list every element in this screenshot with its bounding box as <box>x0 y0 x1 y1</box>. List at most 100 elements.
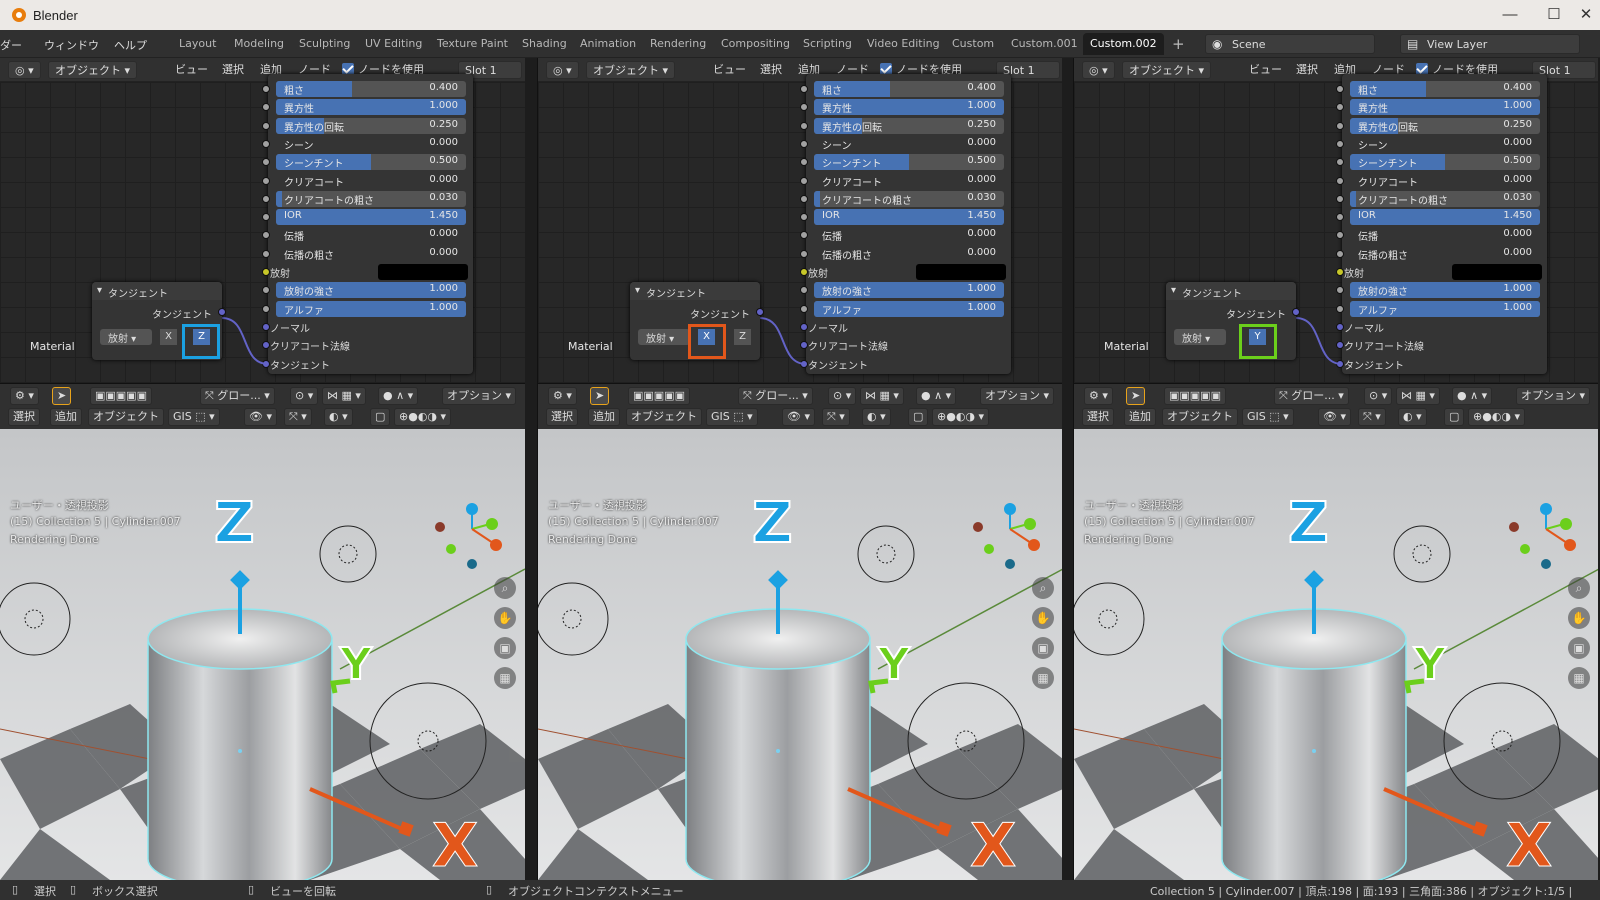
param-slider[interactable]: 異方性の回転 0.250 <box>814 117 1004 134</box>
camera-icon[interactable]: ▣ <box>1032 637 1054 659</box>
tangent-node[interactable]: ▾ タンジェント タンジェント 放射 ▾ X Z <box>630 282 764 360</box>
3d-viewport[interactable]: ユーザー・透視投影 (15) Collection 5 | Cylinder.00… <box>1074 429 1598 880</box>
snap-buttons[interactable]: ⋈ ▦ ▾ <box>860 387 904 405</box>
param-row[interactable]: アルファ 1.000 <box>1336 300 1540 317</box>
object-menu[interactable]: オブジェクト <box>88 408 164 426</box>
select-menu[interactable]: 選択 <box>222 61 244 79</box>
output-socket-icon[interactable] <box>218 308 226 316</box>
select-menu[interactable]: 選択 <box>546 408 578 426</box>
param-row[interactable]: シーン 0.000 <box>1336 136 1540 152</box>
visibility-dropdown[interactable]: 👁 ▾ <box>244 408 277 426</box>
tab-shading[interactable]: Shading <box>515 33 574 55</box>
select-menu[interactable]: 選択 <box>760 61 782 79</box>
axis-z-button[interactable]: Z <box>734 329 751 345</box>
transform-orientation-dropdown[interactable]: ⤧ グロー... ▾ <box>738 387 813 405</box>
param-row[interactable]: シーン 0.000 <box>262 136 466 152</box>
grid-view-icon[interactable]: ▦ <box>1032 667 1054 689</box>
shading-mode-buttons[interactable]: ⊕●◐◑ ▾ <box>1468 408 1526 426</box>
param-slider[interactable]: クリアコートの粗さ 0.030 <box>814 190 1004 207</box>
param-slider[interactable]: IOR 1.450 <box>1350 209 1540 226</box>
proportional-edit-buttons[interactable]: ● ∧ ▾ <box>916 387 957 405</box>
param-slider[interactable]: 異方性 1.000 <box>1350 99 1540 116</box>
zoom-icon[interactable]: ⌕ <box>494 577 516 599</box>
tab-sculpting[interactable]: Sculpting <box>292 33 357 55</box>
tab-rendering[interactable]: Rendering <box>643 33 713 55</box>
param-row[interactable]: IOR 1.450 <box>1336 209 1540 226</box>
add-menu[interactable]: 追加 <box>588 408 620 426</box>
node-canvas[interactable]: 粗さ 0.400 異方性 1.000 異方性の回転 0.250 シーン 0.000 シーンチント… <box>0 74 525 383</box>
tab-video-editing[interactable]: Video Editing <box>860 33 947 55</box>
emission-color-swatch[interactable] <box>916 264 1006 280</box>
shading-mode-buttons[interactable]: ⊕●◐◑ ▾ <box>394 408 452 426</box>
add-menu[interactable]: 追加 <box>1124 408 1156 426</box>
principled-bsdf-node[interactable]: 粗さ 0.400 異方性 1.000 異方性の回転 0.250 シーン 0.000 シーンチント… <box>262 74 473 374</box>
node-canvas[interactable]: 粗さ 0.400 異方性 1.000 異方性の回転 0.250 シーン 0.000 シーンチント… <box>1074 74 1598 383</box>
editor-type-button[interactable]: ◎ ▾ <box>546 61 579 79</box>
view-menu[interactable]: ビュー <box>1249 61 1282 79</box>
param-slider[interactable]: 伝播 0.000 <box>814 227 1004 243</box>
cylinder-object[interactable] <box>147 608 333 880</box>
select-tool-icon[interactable]: ➤ <box>590 387 610 405</box>
param-slider[interactable]: クリアコート 0.000 <box>814 173 1004 189</box>
param-row[interactable]: クリアコート 0.000 <box>262 173 466 189</box>
object-mode-dropdown[interactable]: オブジェクト ▾ <box>586 61 676 79</box>
param-row[interactable]: 粗さ 0.400 <box>262 81 466 97</box>
param-row[interactable]: 放射 <box>1336 264 1542 280</box>
tangent-node-header[interactable]: ▾ タンジェント <box>1166 282 1296 300</box>
minimize-button[interactable]: — <box>1490 4 1530 26</box>
param-slider[interactable]: 異方性の回転 0.250 <box>276 117 466 134</box>
param-row[interactable]: 伝播の粗さ 0.000 <box>262 246 466 262</box>
param-row[interactable]: 放射 <box>262 264 468 280</box>
param-row[interactable]: 伝播の粗さ 0.000 <box>1336 246 1540 262</box>
tab-scripting[interactable]: Scripting <box>796 33 859 55</box>
tab-custom[interactable]: Custom <box>945 33 1001 55</box>
view-layer-selector[interactable]: ▤ View Layer <box>1400 34 1580 54</box>
tangent-node[interactable]: ▾ タンジェント タンジェント 放射 ▾ Y <box>1166 282 1300 360</box>
snap-buttons[interactable]: ⋈ ▦ ▾ <box>322 387 366 405</box>
tab-modeling[interactable]: Modeling <box>227 33 291 55</box>
direction-dropdown[interactable]: 放射 ▾ <box>100 329 152 345</box>
param-slider[interactable]: 粗さ 0.400 <box>814 81 1004 97</box>
shading-mode-buttons[interactable]: ⊕●◐◑ ▾ <box>932 408 990 426</box>
view-menu[interactable]: ビュー <box>175 61 208 79</box>
param-slider[interactable]: シーン 0.000 <box>276 136 466 152</box>
param-row[interactable]: IOR 1.450 <box>262 209 466 226</box>
scene-selector[interactable]: ◉ Scene <box>1205 34 1375 54</box>
object-menu[interactable]: オブジェクト <box>626 408 702 426</box>
principled-bsdf-node[interactable]: 粗さ 0.400 異方性 1.000 異方性の回転 0.250 シーン 0.000 シーンチント… <box>800 74 1011 374</box>
gis-menu[interactable]: GIS ⬚ ▾ <box>706 408 758 426</box>
param-slider[interactable]: クリアコートの粗さ 0.030 <box>276 190 466 207</box>
tab-compositing[interactable]: Compositing <box>714 33 797 55</box>
emission-color-swatch[interactable] <box>378 264 468 280</box>
editor-type-button[interactable]: ⚙ ▾ <box>10 387 39 405</box>
editor-type-button[interactable]: ⚙ ▾ <box>1084 387 1113 405</box>
param-row[interactable]: 粗さ 0.400 <box>800 81 1004 97</box>
close-button[interactable]: ✕ <box>1566 4 1600 26</box>
select-mode-buttons[interactable]: ▣▣▣▣▣ <box>628 387 690 405</box>
transform-orientation-dropdown[interactable]: ⤧ グロー... ▾ <box>200 387 275 405</box>
param-row[interactable]: シーンチント 0.500 <box>800 154 1004 171</box>
cylinder-object[interactable] <box>685 608 871 880</box>
param-slider[interactable]: 伝播の粗さ 0.000 <box>276 246 466 262</box>
param-slider[interactable]: 異方性 1.000 <box>276 99 466 116</box>
object-mode-dropdown[interactable]: オブジェクト ▾ <box>1122 61 1212 79</box>
gizmo-dropdown[interactable]: ⤧ ▾ <box>284 408 312 426</box>
pivot-dropdown[interactable]: ⊙ ▾ <box>1364 387 1393 405</box>
proportional-edit-buttons[interactable]: ● ∧ ▾ <box>378 387 419 405</box>
param-row[interactable]: シーン 0.000 <box>800 136 1004 152</box>
gis-menu[interactable]: GIS ⬚ ▾ <box>1242 408 1294 426</box>
tangent-node-header[interactable]: ▾ タンジェント <box>630 282 760 300</box>
param-row[interactable]: 異方性 1.000 <box>800 99 1004 116</box>
pan-hand-icon[interactable]: ✋ <box>1032 607 1054 629</box>
direction-dropdown[interactable]: 放射 ▾ <box>1174 329 1226 345</box>
pan-hand-icon[interactable]: ✋ <box>1568 607 1590 629</box>
param-row[interactable]: 異方性の回転 0.250 <box>262 117 466 134</box>
select-mode-buttons[interactable]: ▣▣▣▣▣ <box>1164 387 1226 405</box>
param-row[interactable]: IOR 1.450 <box>800 209 1004 226</box>
param-row[interactable]: 異方性の回転 0.250 <box>800 117 1004 134</box>
output-socket-icon[interactable] <box>1292 308 1300 316</box>
param-row[interactable]: 伝播 0.000 <box>262 227 466 243</box>
param-slider[interactable]: シーン 0.000 <box>814 136 1004 152</box>
param-row[interactable]: シーンチント 0.500 <box>262 154 466 171</box>
options-dropdown[interactable]: オプション ▾ <box>980 387 1055 405</box>
